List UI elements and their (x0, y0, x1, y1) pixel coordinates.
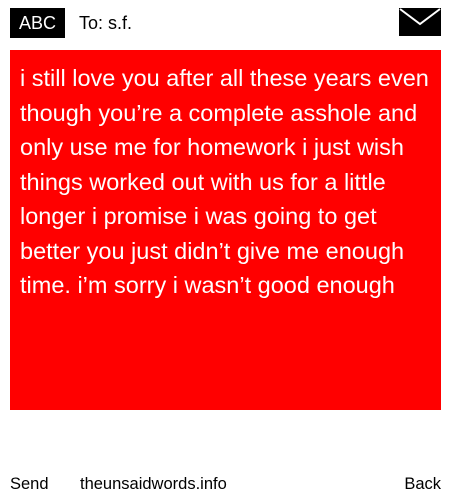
to-label: To: (79, 13, 104, 33)
back-button[interactable]: Back (404, 470, 441, 498)
message-text: i still love you after all these years e… (20, 65, 429, 298)
softkey-bar: Send theunsaidwords.info Back (0, 470, 450, 498)
message-header: ABC To: s.f. (0, 0, 450, 50)
send-button[interactable]: Send (10, 470, 49, 498)
text-mode-badge[interactable]: ABC (10, 8, 65, 38)
message-body[interactable]: i still love you after all these years e… (10, 50, 441, 410)
site-label: theunsaidwords.info (80, 475, 227, 493)
recipient-line: To: s.f. (79, 11, 132, 35)
envelope-icon[interactable] (399, 8, 441, 36)
phone-screen: ABC To: s.f. i still love you after all t… (0, 0, 450, 500)
recipient-name[interactable]: s.f. (108, 13, 132, 33)
